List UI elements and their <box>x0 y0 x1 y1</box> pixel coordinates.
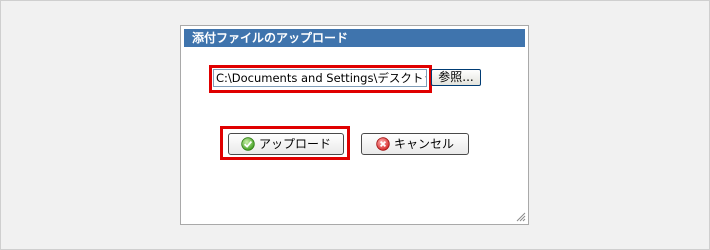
cancel-button-label: キャンセル <box>393 137 454 151</box>
check-circle-icon <box>241 137 255 151</box>
upload-button-label: アップロード <box>258 137 331 151</box>
dialog-title: 添付ファイルのアップロード <box>184 29 525 47</box>
upload-dialog: 添付ファイルのアップロード <box>180 25 529 225</box>
cancel-circle-icon <box>376 137 390 151</box>
cancel-button[interactable]: キャンセル <box>361 133 469 155</box>
file-path-input[interactable]: C:\Documents and Settings\デスクトップ <box>213 69 427 87</box>
resize-grip-icon[interactable] <box>516 212 526 222</box>
upload-button[interactable]: アップロード <box>228 133 344 155</box>
browse-button[interactable]: 参照... <box>431 69 481 86</box>
